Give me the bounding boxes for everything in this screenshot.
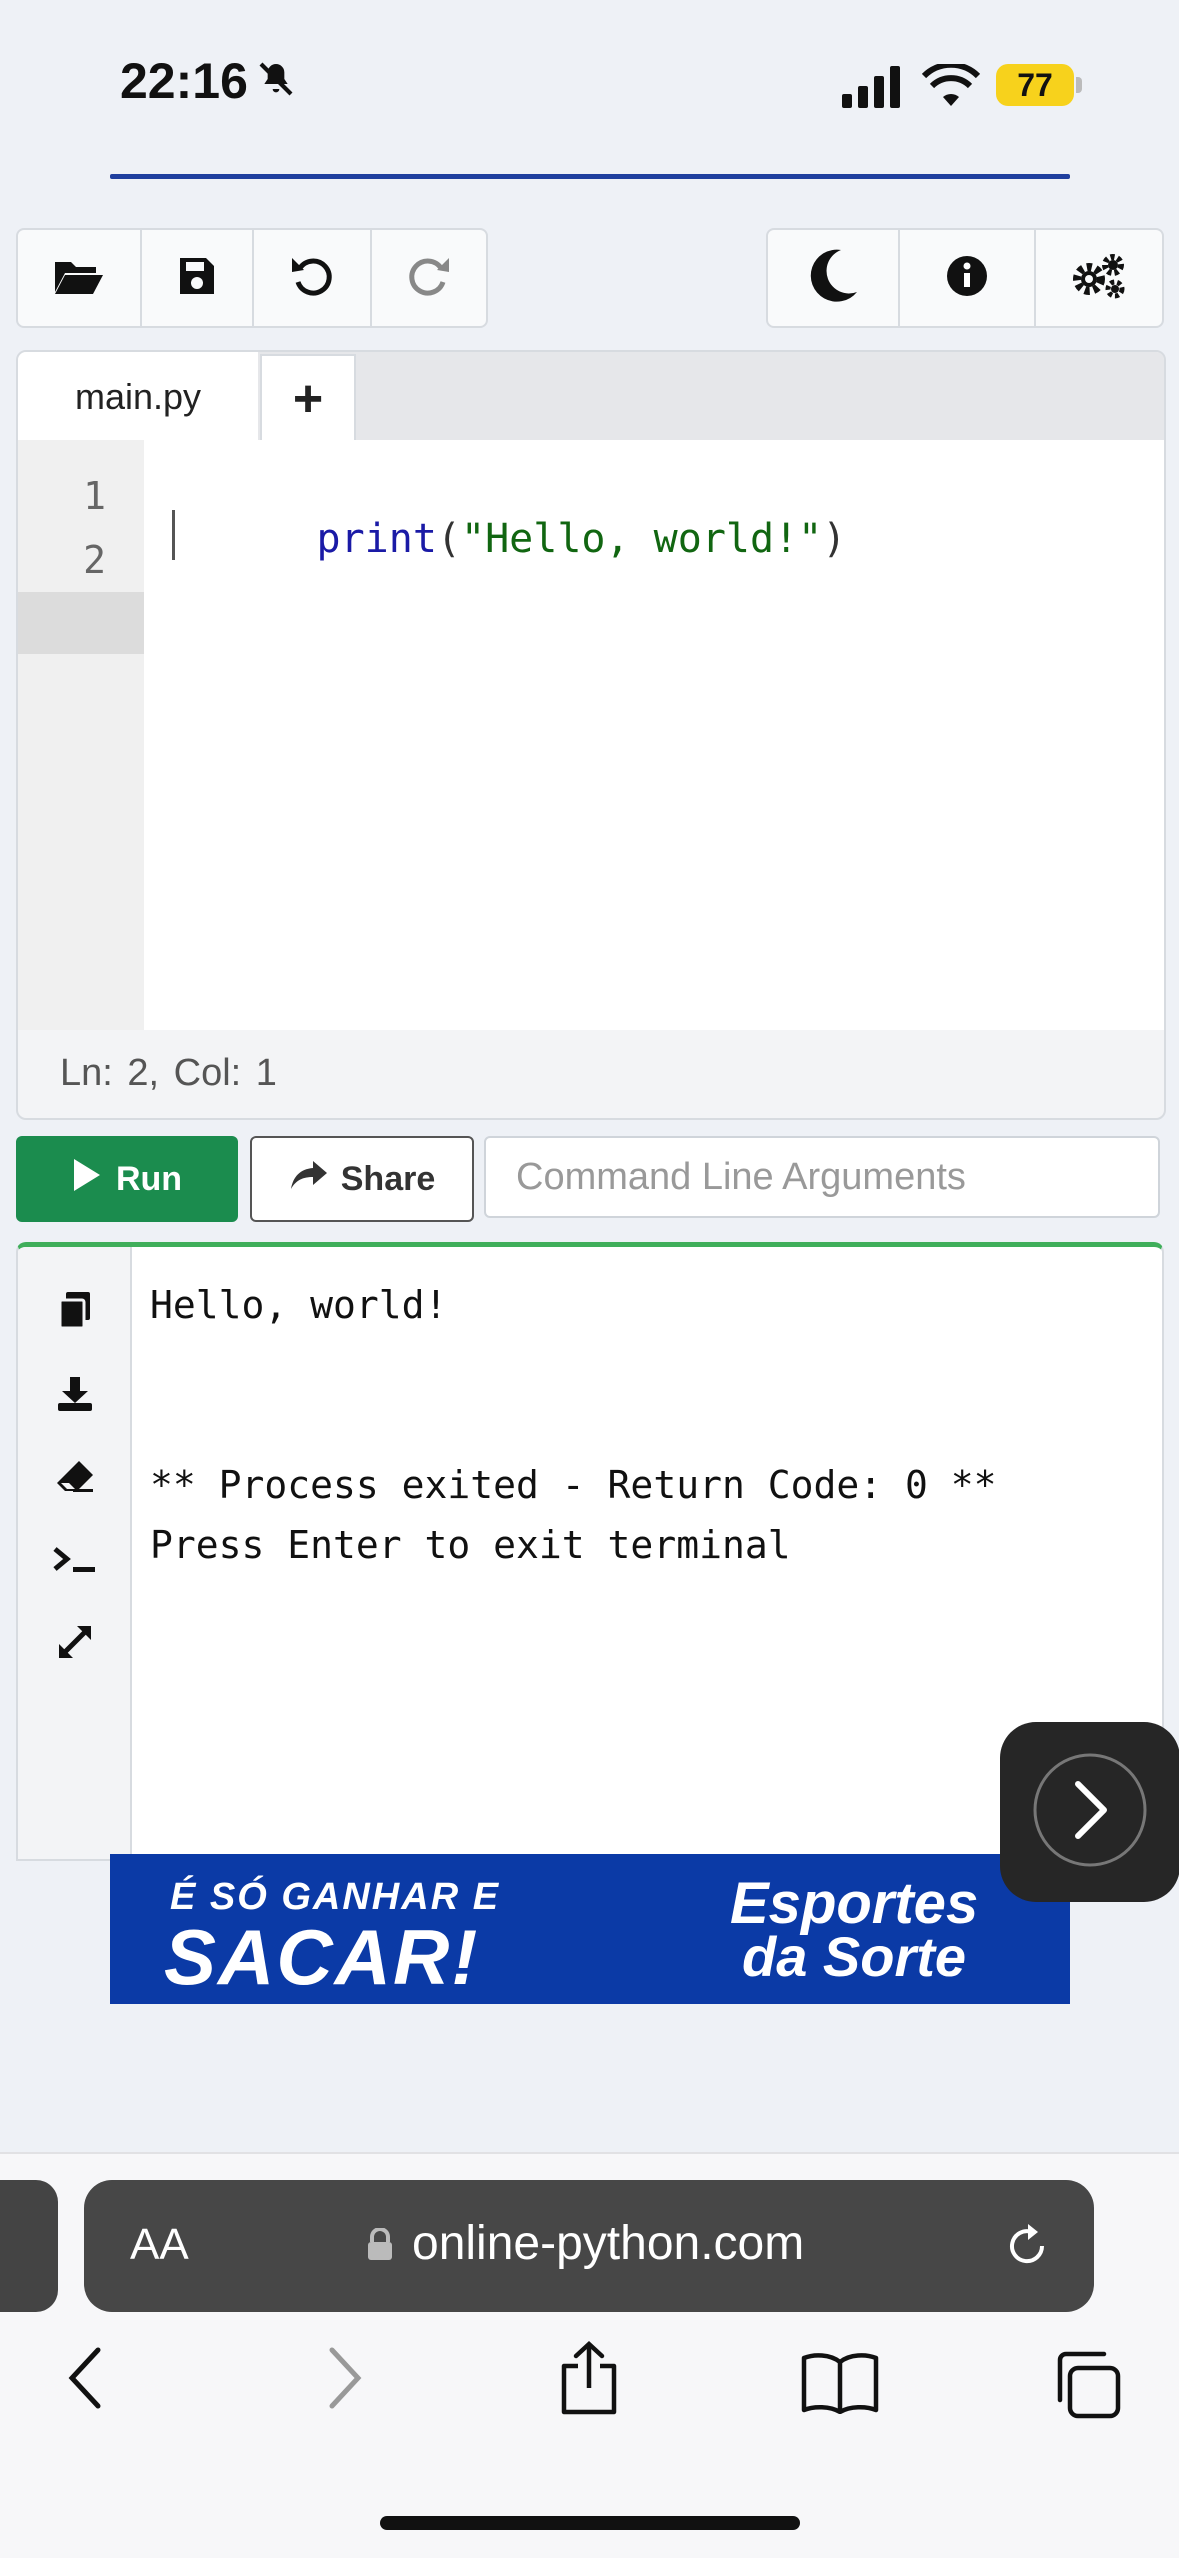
wifi-icon <box>921 61 981 113</box>
previous-tab-peek[interactable] <box>0 2180 58 2312</box>
status-bar-time: 22:16 <box>120 52 296 110</box>
battery-nub <box>1076 77 1082 93</box>
code-line-1: print("Hello, world!") <box>172 470 847 608</box>
download-icon[interactable] <box>52 1371 98 1417</box>
command-line-arguments-input[interactable]: Command Line Arguments <box>484 1136 1160 1218</box>
undo-button[interactable] <box>254 230 372 326</box>
moon-icon <box>807 248 859 309</box>
dark-mode-button[interactable] <box>768 230 900 326</box>
share-icon[interactable] <box>558 2340 620 2421</box>
code-area[interactable]: print("Hello, world!") <box>144 440 1164 1030</box>
share-button[interactable]: Share <box>250 1136 474 1222</box>
file-toolbar <box>16 228 488 328</box>
line-number-2: 2 <box>83 538 106 582</box>
tabs-icon[interactable] <box>1050 2348 1122 2425</box>
time-text: 22:16 <box>120 53 248 109</box>
undo-icon <box>290 254 334 303</box>
ad-headline: SACAR! <box>164 1913 480 2001</box>
page-load-progress <box>110 174 1070 179</box>
code-function: print <box>316 516 437 562</box>
share-label: Share <box>340 1159 436 1198</box>
redo-icon <box>407 254 451 303</box>
text-cursor <box>172 510 175 560</box>
terminal-icon[interactable] <box>52 1537 98 1583</box>
code-paren-close: ) <box>822 516 847 562</box>
eraser-icon[interactable] <box>52 1453 98 1499</box>
run-label: Run <box>115 1159 183 1198</box>
url-text: online-python.com <box>412 2217 805 2270</box>
open-file-button[interactable] <box>18 230 142 326</box>
bell-slash-icon <box>256 59 296 104</box>
reader-settings-button[interactable]: AA <box>130 2220 189 2270</box>
bookmarks-icon[interactable] <box>800 2352 880 2419</box>
add-tab-button[interactable]: + <box>260 354 356 442</box>
code-string: "Hello, world!" <box>461 516 823 562</box>
next-arrow-button[interactable] <box>1000 1722 1179 1902</box>
code-paren-open: ( <box>436 516 462 562</box>
ad-brand-line2: da Sorte <box>742 1925 967 1988</box>
chevron-right-icon <box>1030 1750 1150 1875</box>
address-bar[interactable]: AA online-python.com <box>84 2180 1094 2312</box>
play-icon <box>72 1157 102 1202</box>
line-number-gutter: 1 2 <box>18 440 144 1030</box>
view-toolbar <box>766 228 1164 328</box>
home-indicator <box>380 2516 800 2530</box>
copy-icon[interactable] <box>52 1287 98 1333</box>
cursor-position-status: Ln: 2, Col: 1 <box>60 1052 277 1094</box>
line-number-1: 1 <box>83 474 106 518</box>
terminal-line-1: Hello, world! <box>150 1283 448 1327</box>
lock-icon <box>366 2227 394 2267</box>
active-line-highlight <box>18 592 144 654</box>
cellular-signal-icon <box>842 64 904 113</box>
ad-banner[interactable]: É SÓ GANHAR E SACAR! Esportes da Sorte <box>110 1854 1070 2004</box>
terminal-line-4: ** Process exited - Return Code: 0 ** <box>150 1463 997 1507</box>
settings-icon <box>1071 253 1127 304</box>
save-button[interactable] <box>142 230 254 326</box>
back-icon[interactable] <box>66 2346 106 2415</box>
expand-icon[interactable] <box>52 1619 98 1665</box>
tab-main-py[interactable]: main.py <box>18 352 258 442</box>
reload-icon[interactable] <box>1002 2220 1052 2275</box>
terminal-panel[interactable]: Hello, world! ** Process exited - Return… <box>16 1242 1164 1861</box>
code-editor-panel: main.py + 1 2 print("Hello, world!") Ln:… <box>16 350 1166 1120</box>
redo-button[interactable] <box>372 230 486 326</box>
info-button[interactable] <box>900 230 1036 326</box>
forward-icon[interactable] <box>324 2346 364 2415</box>
save-icon <box>178 256 216 301</box>
battery-indicator: 77 <box>996 64 1074 106</box>
info-icon <box>946 255 988 302</box>
settings-button[interactable] <box>1036 230 1162 326</box>
run-button[interactable]: Run <box>16 1136 238 1222</box>
folder-open-icon <box>53 256 105 301</box>
share-arrow-icon <box>289 1159 329 1200</box>
terminal-line-5: Press Enter to exit terminal <box>150 1523 791 1567</box>
terminal-sidebar <box>18 1247 132 1859</box>
